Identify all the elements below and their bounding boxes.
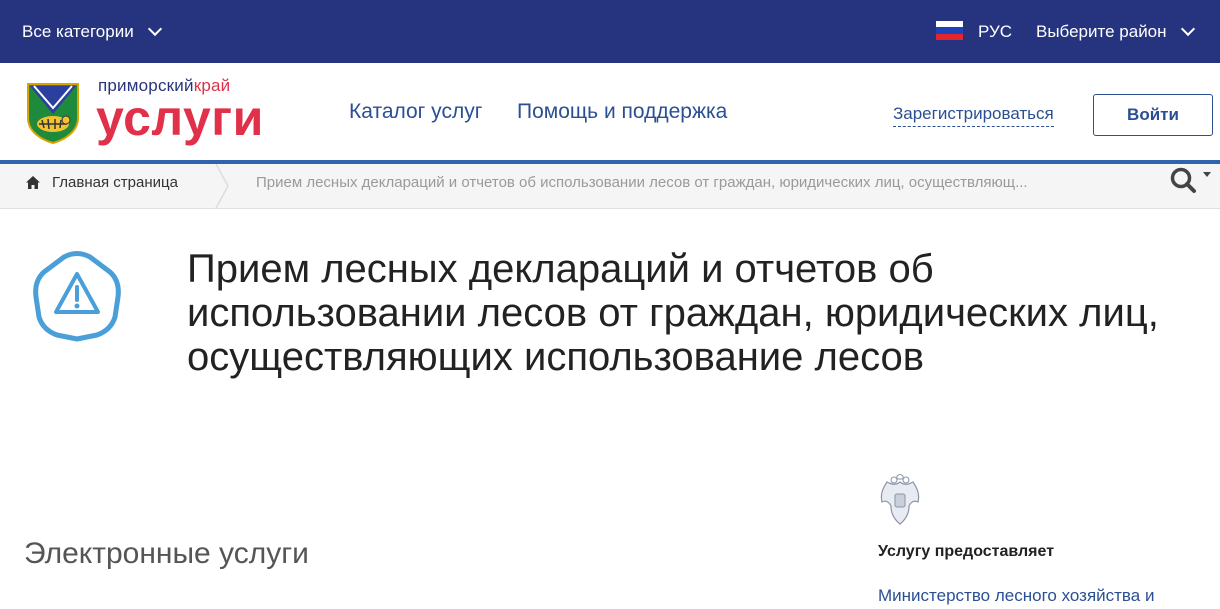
provider-ministry-link[interactable]: Министерство лесного хозяйства и: [878, 586, 1154, 606]
language-selector[interactable]: РУС: [978, 0, 1012, 63]
russian-flag-icon: [936, 21, 963, 40]
provider-label: Услугу предоставляет: [878, 543, 1055, 560]
login-button[interactable]: Войти: [1093, 94, 1213, 136]
breadcrumb: Главная страница Прием лесных деклараций…: [0, 164, 1220, 209]
russian-coat-of-arms-icon: [880, 474, 920, 525]
nav-catalog-link[interactable]: Каталог услуг: [349, 100, 482, 124]
search-icon[interactable]: [1168, 166, 1218, 196]
district-label: Выберите район: [1036, 21, 1167, 41]
page-title: Прием лесных деклараций и отчетов об исп…: [187, 247, 1159, 379]
section-heading-e-services: Электронные услуги: [24, 537, 309, 570]
breadcrumb-home-label: Главная страница: [52, 173, 178, 191]
all-categories-label: Все категории: [22, 21, 134, 41]
warning-icon: [33, 251, 121, 342]
breadcrumb-current: Прием лесных деклараций и отчетов об исп…: [256, 173, 1028, 191]
chevron-down-icon: [1180, 21, 1195, 37]
breadcrumb-home[interactable]: Главная страница: [26, 164, 178, 200]
chevron-down-icon: [147, 21, 162, 37]
breadcrumb-separator-icon: [215, 164, 229, 208]
top-bar: Все категории РУС Выберите район: [0, 0, 1220, 63]
logo-title[interactable]: услуги: [96, 88, 264, 148]
primorsky-emblem-icon: [27, 83, 79, 144]
register-link[interactable]: Зарегистрироваться: [893, 104, 1054, 127]
nav-help-link[interactable]: Помощь и поддержка: [517, 100, 727, 124]
all-categories-dropdown[interactable]: Все категории: [22, 0, 162, 63]
home-icon: [26, 175, 40, 189]
district-selector[interactable]: Выберите район: [1036, 0, 1195, 63]
